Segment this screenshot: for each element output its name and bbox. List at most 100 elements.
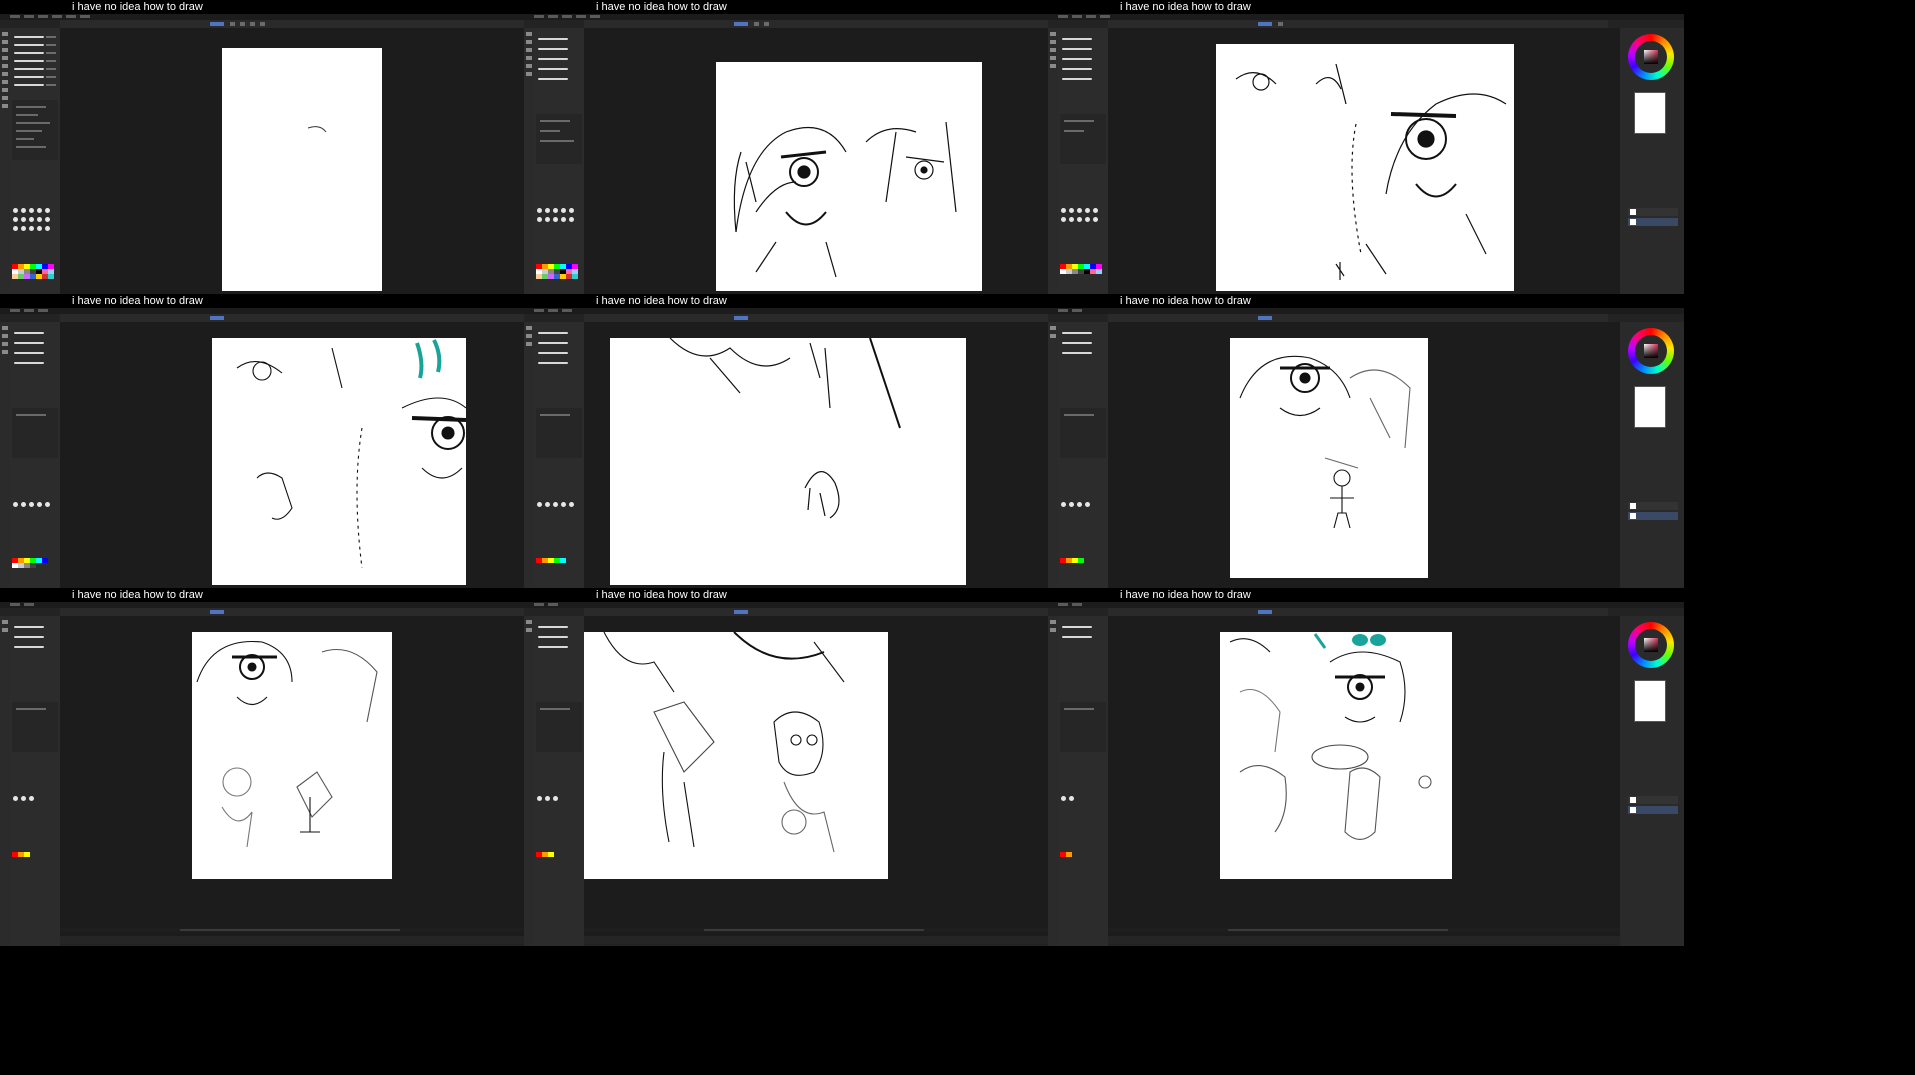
sub-tool-panel[interactable]: [534, 616, 584, 946]
tool-property-panel[interactable]: [536, 702, 582, 752]
drawing-canvas[interactable]: [716, 62, 982, 291]
color-set-palette[interactable]: [1060, 558, 1106, 578]
color-set-palette[interactable]: [536, 264, 582, 284]
brush-preset-icon[interactable]: [1062, 68, 1092, 70]
command-bar[interactable]: [584, 314, 1084, 322]
brush-preset-icon[interactable]: [14, 76, 44, 78]
tool-property-panel[interactable]: [536, 114, 582, 164]
brush-preset-icon[interactable]: [538, 78, 568, 80]
layer-icon[interactable]: [1628, 512, 1678, 520]
drawing-canvas[interactable]: [1220, 632, 1452, 879]
brush-preset-icon[interactable]: [1062, 342, 1092, 344]
brush-preset-icon[interactable]: [538, 626, 568, 628]
brush-size-grid[interactable]: [537, 502, 581, 538]
navigator-thumbnail[interactable]: [1634, 386, 1666, 428]
navigator-thumbnail[interactable]: [1634, 92, 1666, 134]
tool-property-panel[interactable]: [12, 408, 58, 458]
brush-preset-icon[interactable]: [14, 646, 44, 648]
brush-preset-icon[interactable]: [1062, 58, 1092, 60]
brush-size-grid[interactable]: [13, 796, 57, 832]
brush-size-grid[interactable]: [1061, 502, 1105, 538]
brush-preset-icon[interactable]: [538, 646, 568, 648]
drawing-canvas[interactable]: [610, 338, 966, 585]
brush-preset-icon[interactable]: [538, 332, 568, 334]
command-bar[interactable]: [60, 314, 560, 322]
tool-property-panel[interactable]: [12, 100, 58, 160]
canvas-workspace[interactable]: [584, 616, 1096, 942]
brush-size-grid[interactable]: [1061, 208, 1105, 244]
color-set-palette[interactable]: [1060, 852, 1106, 872]
brush-preset-icon[interactable]: [14, 342, 44, 344]
layer-icon[interactable]: [1628, 796, 1678, 804]
brush-size-grid[interactable]: [13, 208, 57, 244]
sub-tool-panel[interactable]: [10, 616, 60, 946]
brush-preset-icon[interactable]: [14, 68, 44, 70]
color-set-palette[interactable]: [12, 558, 58, 578]
drawing-canvas[interactable]: [222, 48, 382, 291]
drawing-canvas[interactable]: [1230, 338, 1428, 578]
brush-preset-icon[interactable]: [538, 352, 568, 354]
brush-preset-icon[interactable]: [1062, 78, 1092, 80]
tool-property-panel[interactable]: [12, 702, 58, 752]
color-set-palette[interactable]: [12, 264, 58, 284]
tool-property-panel[interactable]: [1060, 702, 1106, 752]
brush-preset-icon[interactable]: [14, 626, 44, 628]
canvas-workspace[interactable]: [1108, 616, 1620, 942]
command-bar[interactable]: [60, 20, 560, 28]
right-dock[interactable]: [1620, 616, 1684, 946]
brush-size-grid[interactable]: [537, 796, 581, 832]
horizontal-scrollbar[interactable]: [1108, 928, 1620, 932]
brush-preset-icon[interactable]: [1062, 332, 1092, 334]
command-bar[interactable]: [584, 608, 1084, 616]
drawing-canvas[interactable]: [1216, 44, 1514, 291]
brush-preset-icon[interactable]: [1062, 48, 1092, 50]
tool-property-panel[interactable]: [1060, 114, 1106, 164]
layer-icon[interactable]: [1628, 208, 1678, 216]
brush-preset-icon[interactable]: [538, 342, 568, 344]
brush-preset-icon[interactable]: [14, 84, 44, 86]
command-bar[interactable]: [1108, 608, 1608, 616]
color-set-palette[interactable]: [12, 852, 58, 872]
command-bar[interactable]: [1108, 20, 1608, 28]
tool-column[interactable]: [0, 616, 10, 946]
brush-preset-icon[interactable]: [538, 68, 568, 70]
brush-preset-icon[interactable]: [538, 58, 568, 60]
tool-property-panel[interactable]: [1060, 408, 1106, 458]
brush-preset-icon[interactable]: [538, 362, 568, 364]
brush-preset-icon[interactable]: [14, 52, 44, 54]
drawing-canvas[interactable]: [584, 632, 888, 879]
horizontal-scrollbar[interactable]: [60, 928, 572, 932]
brush-preset-icon[interactable]: [14, 36, 44, 38]
color-set-palette[interactable]: [1060, 264, 1106, 284]
brush-preset-icon[interactable]: [14, 332, 44, 334]
layer-icon[interactable]: [1628, 502, 1678, 510]
brush-preset-icon[interactable]: [1062, 352, 1092, 354]
color-set-palette[interactable]: [536, 852, 582, 872]
tool-column[interactable]: [1048, 616, 1058, 946]
brush-size-grid[interactable]: [537, 208, 581, 244]
layer-icon[interactable]: [1628, 218, 1678, 226]
drawing-canvas[interactable]: [192, 632, 392, 879]
brush-preset-icon[interactable]: [14, 352, 44, 354]
brush-preset-icon[interactable]: [1062, 38, 1092, 40]
brush-preset-icon[interactable]: [538, 636, 568, 638]
brush-preset-icon[interactable]: [1062, 636, 1092, 638]
color-set-palette[interactable]: [536, 558, 582, 578]
layer-icon[interactable]: [1628, 806, 1678, 814]
color-wheel-icon[interactable]: [1628, 34, 1674, 80]
canvas-workspace[interactable]: [60, 616, 572, 942]
brush-preset-icon[interactable]: [1062, 626, 1092, 628]
color-wheel-icon[interactable]: [1628, 622, 1674, 668]
tool-column[interactable]: [524, 616, 534, 946]
brush-preset-icon[interactable]: [538, 48, 568, 50]
brush-preset-icon[interactable]: [14, 60, 44, 62]
navigator-thumbnail[interactable]: [1634, 680, 1666, 722]
brush-preset-icon[interactable]: [14, 636, 44, 638]
command-bar[interactable]: [1108, 314, 1608, 322]
tool-property-panel[interactable]: [536, 408, 582, 458]
brush-size-grid[interactable]: [13, 502, 57, 538]
brush-preset-icon[interactable]: [538, 38, 568, 40]
drawing-canvas[interactable]: [212, 338, 466, 585]
brush-preset-icon[interactable]: [14, 362, 44, 364]
command-bar[interactable]: [584, 20, 1084, 28]
